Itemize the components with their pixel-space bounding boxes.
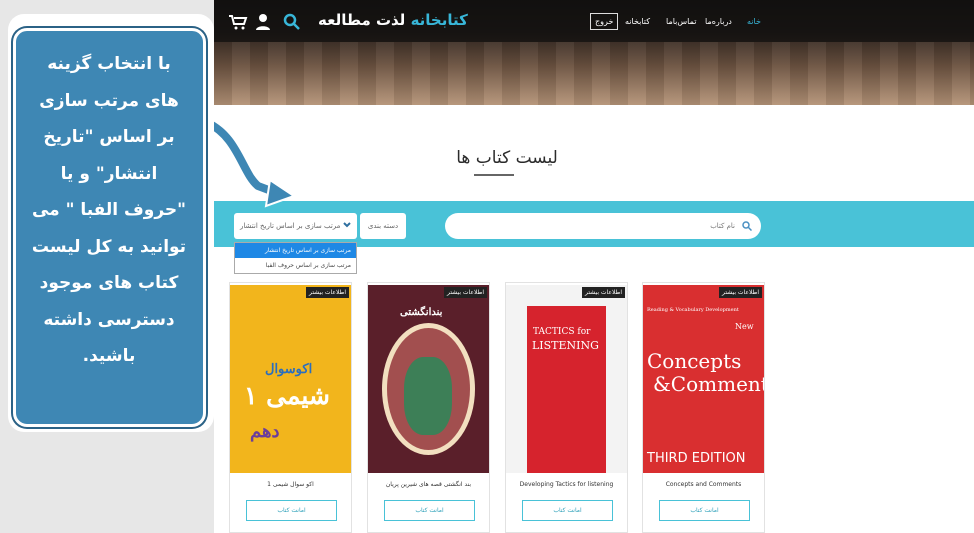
cover-title: بندانگشتی	[400, 307, 443, 318]
cover-new-label: New	[735, 322, 754, 331]
book-title: Concepts and Comments	[665, 481, 742, 488]
book-cover[interactable]: Reading & Vocabulary Development New Con…	[643, 285, 764, 473]
more-info-badge[interactable]: اطلاعات بیشتر	[306, 287, 349, 298]
brand-logo[interactable]: کتابخانه لذت مطالعه	[318, 11, 468, 29]
cover-grade: دهم	[250, 421, 280, 442]
cover-subtitle: &Comments	[653, 372, 764, 396]
nav-about[interactable]: درباره‌ما	[705, 17, 732, 26]
cover-title: اکوسوال	[265, 362, 313, 377]
callout-arrow-icon	[202, 118, 297, 208]
book-card[interactable]: بندانگشتی اطلاعات بیشتر بند انگشتی قصه ه…	[367, 282, 490, 533]
cover-series: Reading & Vocabulary Development	[647, 307, 739, 313]
brand-accent: کتابخانه	[410, 11, 468, 29]
borrow-button[interactable]: امانت کتاب	[522, 500, 613, 521]
cover-subtitle: شیمی ۱	[244, 381, 330, 410]
cover-subtitle: LISTENING	[532, 339, 599, 352]
book-cover[interactable]: اکوسوال شیمی ۱ دهم اطلاعات بیشتر	[230, 285, 351, 473]
cover-edition: THIRD EDITION	[647, 451, 746, 466]
callout-text: با انتخاب گزینه های مرتب سازی بر اساس "ت…	[31, 54, 187, 366]
search-box[interactable]	[445, 213, 761, 239]
search-field-icon	[742, 221, 752, 231]
borrow-button[interactable]: امانت کتاب	[246, 500, 337, 521]
book-card[interactable]: TACTICS for LISTENING اطلاعات بیشتر Deve…	[505, 282, 628, 533]
sort-option-alpha[interactable]: مرتب سازی بر اساس حروف الفبا	[235, 258, 356, 273]
more-info-badge[interactable]: اطلاعات بیشتر	[582, 287, 625, 298]
page-title: لیست کتاب ها	[456, 148, 558, 168]
book-title: Developing Tactics for listening	[519, 481, 614, 488]
title-underline	[474, 174, 514, 176]
page: کتابخانه لذت مطالعه خروج کتابخانه تماس‌ب…	[0, 0, 974, 533]
cart-icon[interactable]	[228, 14, 248, 30]
book-cover[interactable]: TACTICS for LISTENING اطلاعات بیشتر	[506, 285, 627, 473]
nav-home[interactable]: خانه	[747, 17, 761, 26]
book-card[interactable]: Reading & Vocabulary Development New Con…	[642, 282, 765, 533]
cover-title: TACTICS for	[533, 327, 591, 337]
logout-button[interactable]: خروج	[590, 13, 619, 30]
cover-title: Concepts	[647, 349, 742, 373]
sort-option-date[interactable]: مرتب سازی بر اساس تاریخ انتشار	[235, 243, 356, 258]
borrow-button[interactable]: امانت کتاب	[384, 500, 475, 521]
library-screenshot: کتابخانه لذت مطالعه خروج کتابخانه تماس‌ب…	[214, 0, 974, 533]
user-icon[interactable]	[255, 13, 271, 30]
book-card[interactable]: اکوسوال شیمی ۱ دهم اطلاعات بیشتر اکو سوا…	[229, 282, 352, 533]
chevron-down-icon	[343, 222, 351, 228]
nav-library[interactable]: کتابخانه	[625, 17, 650, 26]
more-info-badge[interactable]: اطلاعات بیشتر	[444, 287, 487, 298]
category-button[interactable]: دسته بندی	[360, 213, 406, 239]
search-input[interactable]	[455, 217, 735, 235]
brand-main: لذت مطالعه	[318, 11, 406, 29]
sort-select[interactable]: مرتب سازی بر اساس تاریخ انتشار	[234, 213, 357, 239]
borrow-button[interactable]: امانت کتاب	[659, 500, 750, 521]
sort-select-value: مرتب سازی بر اساس تاریخ انتشار	[240, 222, 341, 230]
book-title: اکو سوال شیمی 1	[267, 481, 314, 488]
book-title: بند انگشتی قصه های شیرین پریان	[385, 481, 472, 488]
nav-contact[interactable]: تماس‌باما	[666, 17, 696, 26]
sort-dropdown: مرتب سازی بر اساس تاریخ انتشار مرتب سازی…	[234, 242, 357, 274]
search-icon[interactable]	[283, 13, 300, 30]
more-info-badge[interactable]: اطلاعات بیشتر	[719, 287, 762, 298]
book-cover[interactable]: بندانگشتی اطلاعات بیشتر	[368, 285, 489, 473]
